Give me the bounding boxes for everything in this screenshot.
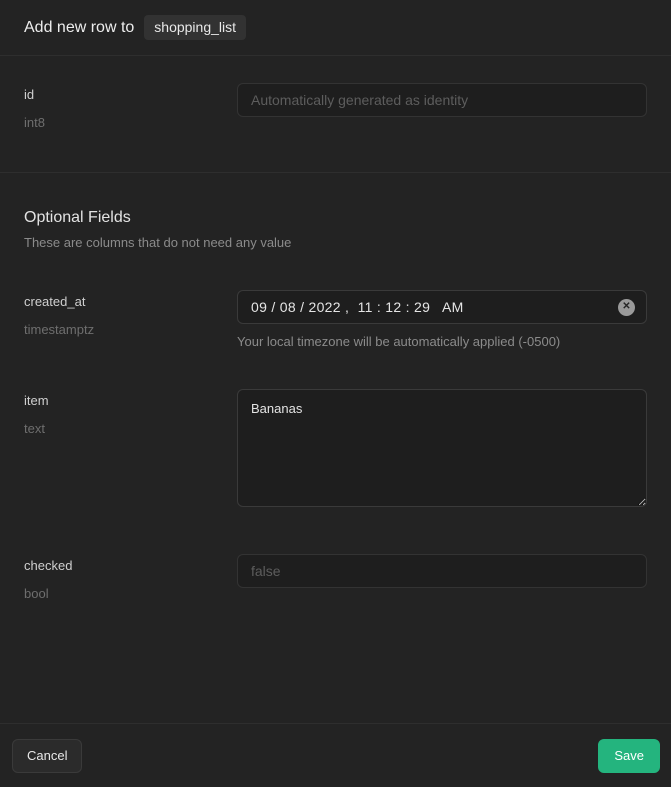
field-type-item: text: [24, 421, 237, 436]
field-label-checked: checked bool: [24, 554, 237, 601]
clear-datetime-icon[interactable]: ✕: [618, 299, 635, 316]
field-input-col-checked: [237, 554, 647, 588]
field-row-item: item text Bananas: [24, 389, 647, 512]
required-fields-section: id int8: [0, 56, 671, 173]
field-name-created-at: created_at: [24, 294, 237, 309]
field-row-checked: checked bool: [24, 554, 647, 601]
checked-input[interactable]: [237, 554, 647, 588]
field-type-checked: bool: [24, 586, 237, 601]
panel-title: Add new row to: [24, 19, 134, 37]
field-label-created-at: created_at timestamptz: [24, 290, 237, 337]
field-input-col-item: Bananas: [237, 389, 647, 512]
id-input[interactable]: [237, 83, 647, 117]
optional-fields-title: Optional Fields: [24, 209, 647, 227]
field-input-col-created-at: 09 / 08 / 2022 , 11 : 12 : 29 AM ✕ Your …: [237, 290, 647, 349]
field-row-id: id int8: [24, 83, 647, 130]
created-at-datetime-value[interactable]: 09 / 08 / 2022 , 11 : 12 : 29 AM: [251, 299, 464, 315]
optional-fields-subtitle: These are columns that do not need any v…: [24, 235, 647, 250]
field-name-item: item: [24, 393, 237, 408]
save-button[interactable]: Save: [598, 739, 660, 773]
field-name-checked: checked: [24, 558, 237, 573]
item-textarea[interactable]: Bananas: [237, 389, 647, 507]
panel-footer: Cancel Save: [0, 723, 671, 787]
field-type-created-at: timestamptz: [24, 322, 237, 337]
cancel-button[interactable]: Cancel: [12, 739, 82, 773]
panel-header: Add new row to shopping_list: [0, 0, 671, 56]
field-input-col-id: [237, 83, 647, 117]
field-row-created-at: created_at timestamptz 09 / 08 / 2022 , …: [24, 290, 647, 349]
field-name-id: id: [24, 87, 237, 102]
table-name-chip: shopping_list: [144, 15, 246, 40]
optional-fields-header: Optional Fields These are columns that d…: [24, 209, 647, 250]
timezone-helper-text: Your local timezone will be automaticall…: [237, 334, 647, 349]
created-at-datetime-input[interactable]: 09 / 08 / 2022 , 11 : 12 : 29 AM ✕: [237, 290, 647, 324]
field-label-id: id int8: [24, 83, 237, 130]
field-label-item: item text: [24, 389, 237, 436]
field-type-id: int8: [24, 115, 237, 130]
